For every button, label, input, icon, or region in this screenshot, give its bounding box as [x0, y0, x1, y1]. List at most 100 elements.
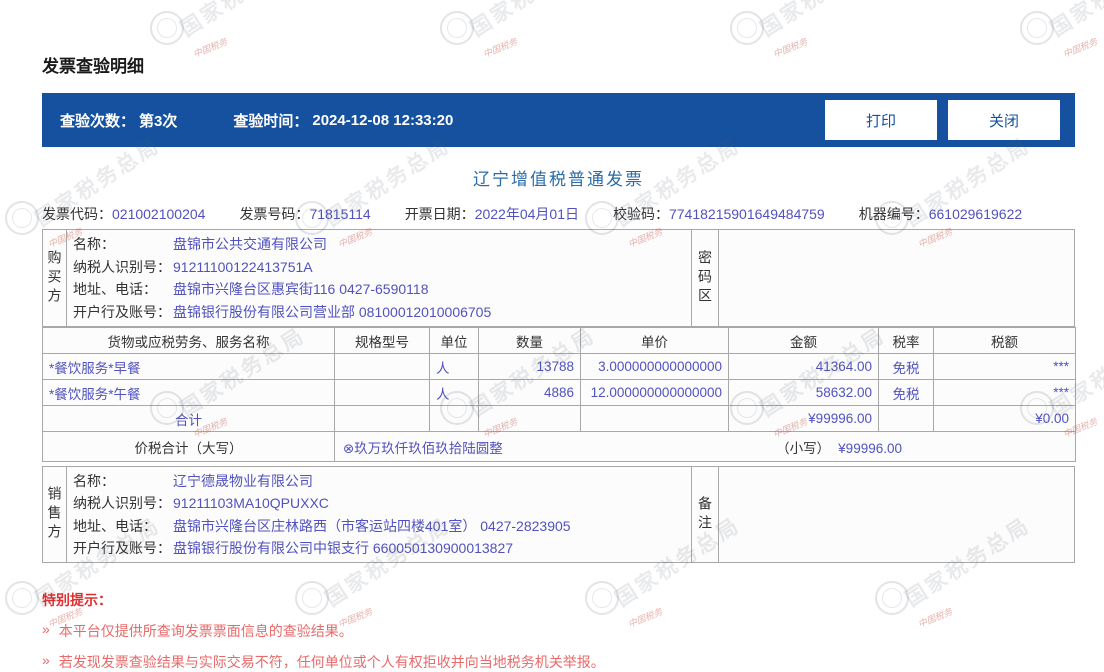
item-unit: 人 — [429, 353, 479, 380]
item-row: *餐饮服务*早餐 人 13788 3.000000000000000 41364… — [42, 353, 1076, 380]
seller-name-value: 辽宁德晟物业有限公司 — [173, 473, 313, 490]
seller-taxid-label: 纳税人识别号： — [73, 495, 171, 512]
buyer-bank-value: 盘锦银行股份有限公司营业部 08100012010006705 — [173, 303, 492, 320]
buyer-name-label: 名称： — [73, 236, 115, 253]
col-header-unit: 单位 — [429, 327, 479, 354]
seller-section: 销售方 名称： 辽宁德晟物业有限公司 纳税人识别号： 91211103MA10QPU… — [42, 466, 1075, 563]
grand-total-cell: ⊗玖万玖仟玖佰玖拾陆圆整 （小写） ¥99996.00 — [334, 431, 1076, 462]
machine-number-value: 661029619622 — [928, 206, 1023, 222]
col-header-amount: 金额 — [728, 327, 879, 354]
item-unit: 人 — [429, 379, 479, 406]
seller-rows: 名称： 辽宁德晟物业有限公司 纳税人识别号： 91211103MA10QPUXXC … — [67, 467, 691, 562]
buyer-rows: 名称： 盘锦市公共交通有限公司 纳税人识别号： 91211100122413751A… — [67, 230, 691, 326]
seller-side-label: 销售方 — [46, 486, 63, 543]
grand-total-label: 价税合计（大写） — [42, 431, 335, 462]
item-tax: *** — [933, 379, 1076, 406]
col-header-qty: 数量 — [478, 327, 581, 354]
notice-item-text: 本平台仅提供所查询发票票面信息的查验结果。 — [58, 623, 353, 639]
buyer-name-value: 盘锦市公共交通有限公司 — [173, 236, 327, 253]
items-total-row: 合计 ¥99996.00 ¥0.00 — [42, 405, 1076, 432]
buyer-section: 购买方 名称： 盘锦市公共交通有限公司 纳税人识别号： 91211100122413… — [42, 229, 1075, 327]
buyer-name-row: 名称： 盘锦市公共交通有限公司 — [67, 234, 691, 254]
amount-in-figures-group: （小写） ¥99996.00 — [776, 437, 902, 457]
invoice-code-label: 发票代码： — [42, 206, 112, 222]
total-label: 合计 — [42, 405, 335, 432]
seller-bank-label: 开户行及账号： — [73, 539, 171, 556]
check-count-label: 查验次数： — [60, 112, 136, 130]
item-spec — [334, 353, 430, 380]
empty-cell — [580, 405, 729, 432]
remarks-label: 备注 — [697, 495, 713, 534]
invoice-date-value: 2022年04月01日 — [474, 206, 579, 222]
page-title: 发票查验明细 — [42, 57, 144, 76]
item-name: *餐饮服务*午餐 — [42, 379, 335, 406]
grand-total-row: 价税合计（大写） ⊗玖万玖仟玖佰玖拾陆圆整 （小写） ¥99996.00 — [42, 431, 1076, 462]
seller-name-label: 名称： — [73, 473, 115, 490]
item-amount: 41364.00 — [728, 353, 879, 380]
buyer-taxid-value: 91211100122413751A — [173, 258, 313, 275]
buyer-taxid-row: 纳税人识别号： 91211100122413751A — [67, 257, 691, 277]
item-row: *餐饮服务*午餐 人 4886 12.000000000000000 58632… — [42, 379, 1076, 406]
buyer-bank-label: 开户行及账号： — [73, 303, 171, 320]
check-count-value: 第3次 — [139, 112, 178, 130]
seller-side-cell: 销售方 — [43, 467, 67, 562]
seller-address-row: 地址、电话： 盘锦市兴隆台区庄林路西（市客运站四楼401室） 0427-28239… — [67, 516, 691, 536]
item-tax: *** — [933, 353, 1076, 380]
buyer-address-label: 地址、电话： — [73, 281, 157, 298]
buyer-side-label: 购买方 — [46, 249, 63, 307]
item-tax-rate: 免税 — [878, 353, 934, 380]
seller-taxid-row: 纳税人识别号： 91211103MA10QPUXXC — [67, 493, 691, 513]
total-amount: ¥99996.00 — [728, 405, 879, 432]
invoice-checksum-value: 77418215901649484759 — [668, 206, 825, 222]
password-area-side-cell: 密码区 — [691, 230, 719, 326]
empty-cell — [334, 405, 430, 432]
item-spec — [334, 379, 430, 406]
amount-in-words: ⊗玖万玖仟玖佰玖拾陆圆整 — [343, 440, 503, 456]
invoice-date-label: 开票日期： — [404, 206, 475, 222]
items-header-row: 货物或应税劳务、服务名称 规格型号 单位 数量 单价 金额 税率 税额 — [42, 327, 1076, 354]
remarks-side-cell: 备注 — [691, 467, 719, 562]
tax-bureau-emblem-icon — [5, 581, 39, 615]
verification-header-bar: 查验次数： 第3次 查验时间： 2024-12-08 12:33:20 打印 关… — [42, 93, 1075, 147]
special-notice: 特别提示： » 本平台仅提供所查询发票票面信息的查验结果。 » 若发现发票查验结果与… — [42, 590, 1075, 672]
invoice-meta-row: 发票代码：021002100204 发票号码：71815114 开票日期：202… — [42, 204, 1075, 224]
invoice-verification-page: 发票查验明细 查验次数： 第3次 查验时间： 2024-12-08 12:33:… — [42, 0, 1076, 672]
col-header-tax: 税额 — [933, 327, 1076, 354]
item-amount: 58632.00 — [728, 379, 879, 406]
buyer-taxid-label: 纳税人识别号： — [73, 258, 171, 275]
header-buttons: 打印 关闭 — [825, 100, 1060, 140]
double-angle-bullet-icon: » — [42, 652, 50, 668]
remarks-cell — [719, 467, 1076, 562]
invoice-code-value: 021002100204 — [112, 206, 206, 222]
close-button[interactable]: 关闭 — [948, 100, 1060, 140]
buyer-side-cell: 购买方 — [43, 230, 67, 326]
item-name: *餐饮服务*早餐 — [42, 353, 335, 380]
notice-item: » 若发现发票查验结果与实际交易不符，任何单位或个人有权拒收并向当地税务机关举报。 — [42, 652, 1075, 672]
print-button[interactable]: 打印 — [825, 100, 937, 140]
machine-number: 机器编号：661029619622 — [859, 204, 1022, 224]
col-header-tax-rate: 税率 — [878, 327, 934, 354]
check-time-label: 查验时间： — [233, 112, 309, 130]
empty-cell — [878, 405, 934, 432]
seller-bank-value: 盘锦银行股份有限公司中银支行 660050130900013827 — [173, 539, 514, 556]
notice-item: » 本平台仅提供所查询发票票面信息的查验结果。 — [42, 621, 1075, 641]
machine-number-label: 机器编号： — [858, 206, 929, 222]
seller-bank-row: 开户行及账号： 盘锦银行股份有限公司中银支行 660050130900013827 — [67, 538, 691, 558]
col-header-item-name: 货物或应税劳务、服务名称 — [42, 327, 335, 354]
invoice-checksum-label: 校验码： — [612, 206, 669, 222]
item-price: 12.000000000000000 — [580, 379, 729, 406]
password-area-label: 密码区 — [697, 249, 713, 307]
seller-address-label: 地址、电话： — [73, 517, 157, 534]
invoice-checksum: 校验码：77418215901649484759 — [613, 204, 825, 224]
small-amount-label: （小写） — [776, 440, 831, 456]
seller-name-row: 名称： 辽宁德晟物业有限公司 — [67, 471, 691, 491]
empty-cell — [478, 405, 581, 432]
col-header-spec: 规格型号 — [334, 327, 430, 354]
double-angle-bullet-icon: » — [42, 621, 50, 637]
seller-address-value: 盘锦市兴隆台区庄林路西（市客运站四楼401室） 0427-2823905 — [173, 517, 571, 534]
item-price: 3.000000000000000 — [580, 353, 729, 380]
notice-title: 特别提示： — [42, 592, 112, 608]
password-area-cell — [719, 230, 1076, 326]
buyer-address-value: 盘锦市兴隆台区惠宾街116 0427-6590118 — [173, 281, 429, 298]
small-amount-value: ¥99996.00 — [838, 440, 902, 456]
